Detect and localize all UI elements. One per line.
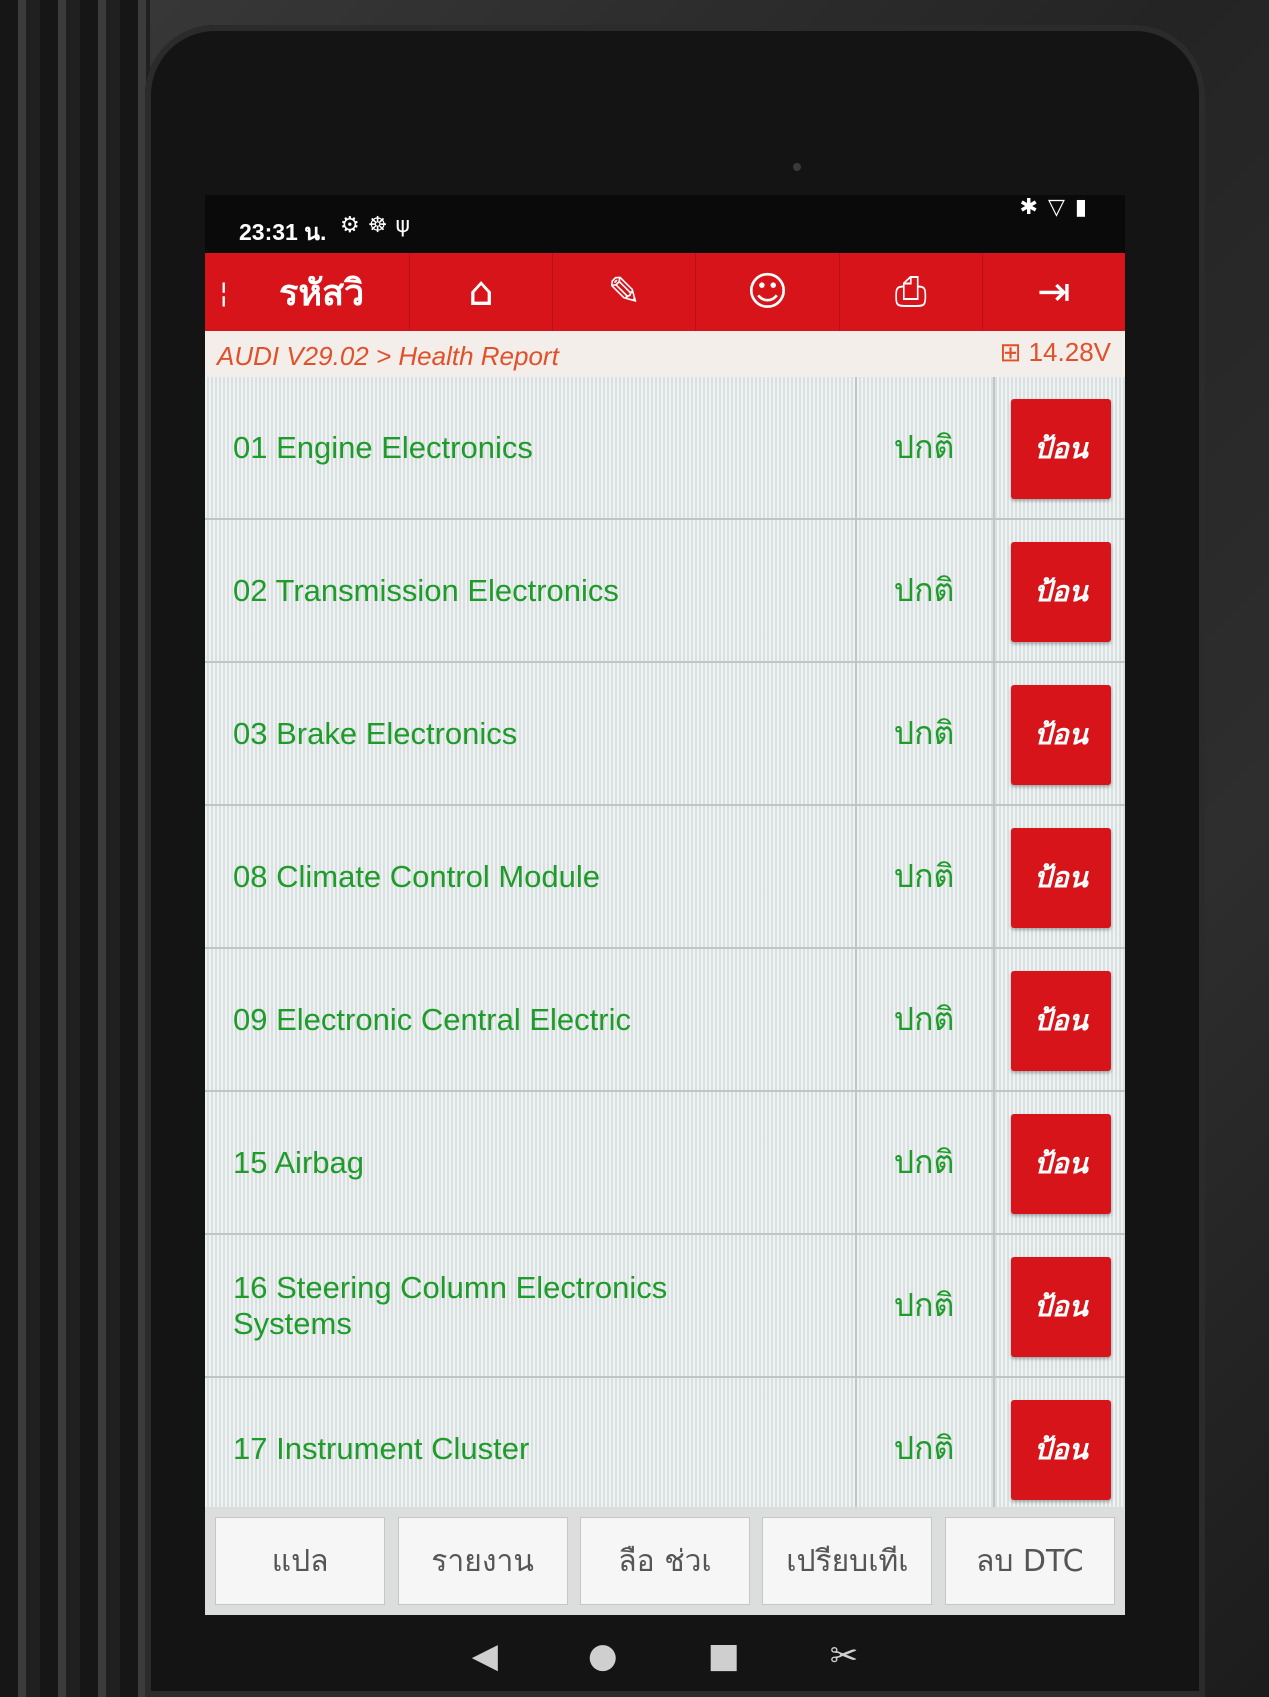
usb-icon: ψ <box>395 213 418 238</box>
breadcrumb-bar: AUDI V29.02 > Health Report ⊞ 14.28V <box>205 331 1125 377</box>
back-nav-icon[interactable]: ◀ <box>472 1636 498 1676</box>
status-bar: 23:31 น. ⚙☸ψ ✱▽▮ <box>205 195 1125 253</box>
enter-button[interactable]: ป้อน <box>1011 1400 1111 1500</box>
system-status: ปกติ <box>893 1000 955 1038</box>
list-item: 15 Airbag ปกติ ป้อน <box>205 1092 1125 1235</box>
status-icons-right: ✱▽▮ <box>1020 195 1097 220</box>
screenshot-nav-icon[interactable]: ✂ <box>830 1636 859 1676</box>
divider <box>993 663 995 804</box>
edit-icon: ✎ <box>607 269 642 315</box>
device-case-ribs <box>0 0 150 1697</box>
top-toolbar: ¦ รหัสวิ ⌂ ✎ ☺ ⎙ ⇥ <box>205 253 1125 331</box>
enter-button[interactable]: ป้อน <box>1011 542 1111 642</box>
battery-icon: ▮ <box>1074 195 1097 220</box>
system-list: 01 Engine Electronics ปกติ ป้อน 02 Trans… <box>205 377 1125 1521</box>
enter-button[interactable]: ป้อน <box>1011 399 1111 499</box>
system-name: 16 Steering Column Electronics Systems <box>233 1269 668 1341</box>
system-name: 02 Transmission Electronics <box>233 572 619 608</box>
system-status: ปกติ <box>893 1286 955 1324</box>
clock: 23:31 น. <box>239 219 327 245</box>
enter-button[interactable]: ป้อน <box>1011 1114 1111 1214</box>
divider <box>993 806 995 947</box>
divider <box>993 1378 995 1519</box>
enter-button[interactable]: ป้อน <box>1011 828 1111 928</box>
system-name: 01 Engine Electronics <box>233 429 533 465</box>
print-icon: ⎙ <box>894 269 927 315</box>
back-icon[interactable]: ¦ <box>205 276 239 309</box>
gear-icon: ⚙ <box>340 213 368 238</box>
list-item: 09 Electronic Central Electric ปกติ ป้อน <box>205 949 1125 1092</box>
exit-button[interactable]: ⇥ <box>981 253 1125 331</box>
system-status: ปกติ <box>893 428 955 466</box>
list-item: 17 Instrument Cluster ปกติ ป้อน <box>205 1378 1125 1521</box>
home-icon: ⌂ <box>468 269 494 315</box>
home-nav-icon[interactable]: ● <box>588 1636 618 1676</box>
compare-button[interactable]: เปรียบเทีเ <box>762 1517 933 1605</box>
divider <box>993 520 995 661</box>
toolbar-title: รหัสวิ <box>279 272 365 314</box>
wifi-icon: ▽ <box>1047 195 1075 220</box>
camera-dot <box>793 163 801 171</box>
system-name: 17 Instrument Cluster <box>233 1430 530 1466</box>
breadcrumb: AUDI V29.02 > Health Report <box>217 341 559 371</box>
list-item: 01 Engine Electronics ปกติ ป้อน <box>205 377 1125 520</box>
enter-button[interactable]: ป้อน <box>1011 1257 1111 1357</box>
recents-nav-icon[interactable]: ■ <box>708 1636 740 1676</box>
accessibility-icon: ☸ <box>367 213 396 238</box>
battery-voltage-icon: ⊞ <box>999 337 1022 367</box>
clear-dtc-button[interactable]: ลบ DTC <box>944 1517 1115 1605</box>
report-button[interactable]: รายงาน <box>397 1517 568 1605</box>
voltage-value: 14.28V <box>1028 337 1111 367</box>
status-icons-left: ⚙☸ψ <box>340 213 418 238</box>
list-item: 08 Climate Control Module ปกติ ป้อน <box>205 806 1125 949</box>
system-status: ปกติ <box>893 1143 955 1181</box>
bluetooth-icon: ✱ <box>1019 195 1048 220</box>
exit-icon: ⇥ <box>1037 269 1071 315</box>
enter-button[interactable]: ป้อน <box>1011 971 1111 1071</box>
voltage-readout: ⊞ 14.28V <box>1000 337 1111 368</box>
list-item: 03 Brake Electronics ปกติ ป้อน <box>205 663 1125 806</box>
support-icon: ☺ <box>746 269 789 315</box>
list-item: 02 Transmission Electronics ปกติ ป้อน <box>205 520 1125 663</box>
system-status: ปกติ <box>893 714 955 752</box>
divider <box>993 949 995 1090</box>
translate-button[interactable]: แปล <box>215 1517 386 1605</box>
bottom-action-bar: แปล รายงาน ลือ ช่วเ เปรียบเทีเ ลบ DTC <box>205 1507 1125 1615</box>
help-button[interactable]: ลือ ช่วเ <box>579 1517 750 1605</box>
system-name: 08 Climate Control Module <box>233 858 601 894</box>
divider <box>993 1235 995 1376</box>
system-name: 03 Brake Electronics <box>233 715 518 751</box>
print-button[interactable]: ⎙ <box>838 253 982 331</box>
edit-button[interactable]: ✎ <box>552 253 695 331</box>
home-button[interactable]: ⌂ <box>409 253 552 331</box>
system-name: 15 Airbag <box>233 1144 364 1180</box>
system-status: ปกติ <box>893 857 955 895</box>
support-button[interactable]: ☺ <box>695 253 838 331</box>
system-name: 09 Electronic Central Electric <box>233 1001 631 1037</box>
divider <box>993 377 995 518</box>
list-item: 16 Steering Column Electronics Systems ป… <box>205 1235 1125 1378</box>
tablet-screen: 23:31 น. ⚙☸ψ ✱▽▮ ¦ รหัสวิ ⌂ ✎ ☺ ⎙ ⇥ AUDI… <box>205 195 1125 1615</box>
system-status: ปกติ <box>893 571 955 609</box>
android-nav-bar: ◀ ● ■ ✂ <box>205 1615 1125 1697</box>
system-status: ปกติ <box>893 1429 955 1467</box>
enter-button[interactable]: ป้อน <box>1011 685 1111 785</box>
divider <box>993 1092 995 1233</box>
